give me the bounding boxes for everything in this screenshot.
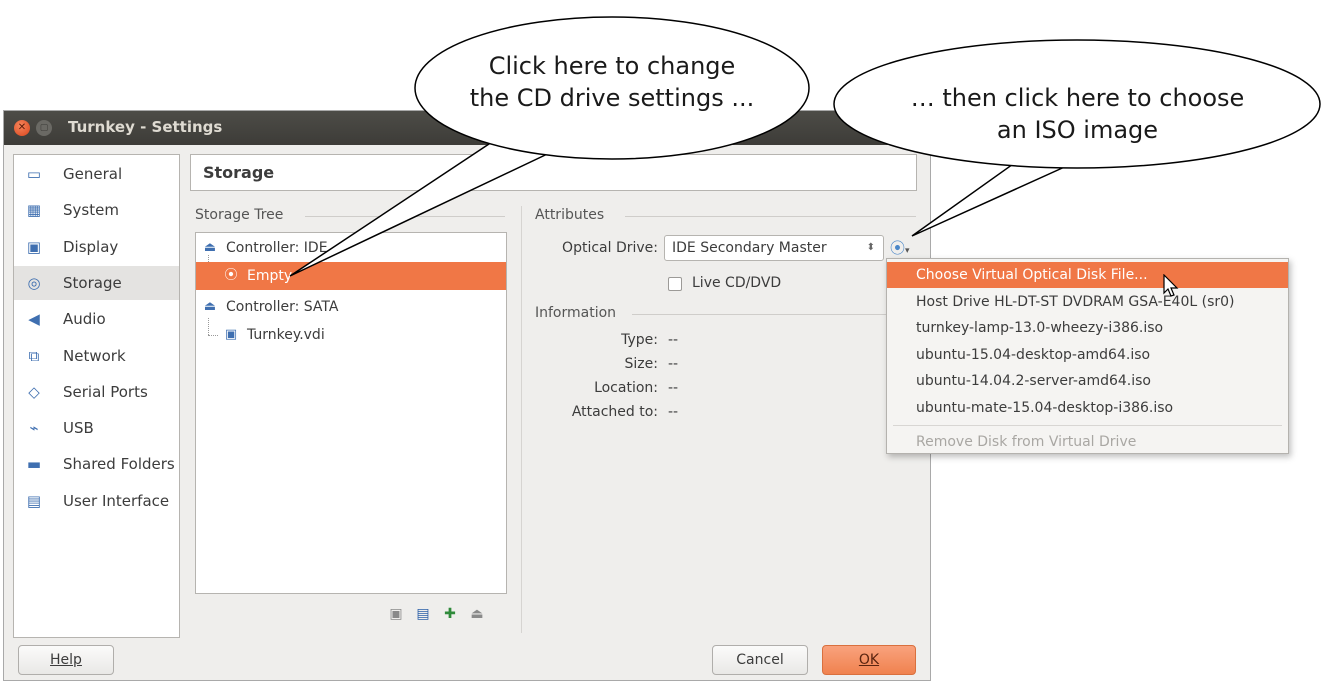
controller-icon: ⏏ [203, 240, 217, 255]
live-cd-label: Live CD/DVD [692, 275, 782, 291]
minimize-icon[interactable]: ▢ [36, 120, 52, 136]
right-callout-text: … then click here to choose an ISO image [855, 82, 1300, 146]
sidebar-item-label: Storage [63, 273, 122, 292]
optical-drive-select[interactable]: IDE Secondary Master ⬍ [664, 235, 884, 261]
left-callout-text: Click here to change the CD drive settin… [432, 50, 792, 114]
sidebar-item-system[interactable]: ▦ System [14, 193, 179, 227]
callout-line: the CD drive settings ... [469, 84, 755, 112]
tree-item-label: Controller: SATA [226, 299, 339, 315]
menu-item[interactable]: turnkey-lamp-13.0-wheezy-i386.iso [887, 315, 1288, 341]
sidebar-item-user-interface[interactable]: ▤ User Interface [14, 484, 179, 518]
monitor-icon: ▭ [26, 165, 42, 183]
sidebar-item-label: Network [63, 346, 126, 365]
remove-attachment-icon[interactable]: ▤ [414, 605, 432, 623]
storage-icon: ◎ [27, 273, 41, 292]
right-callout-tail [911, 151, 1081, 237]
ok-button-label: OK [858, 652, 880, 668]
page-title: Storage [190, 154, 917, 191]
group-divider [305, 216, 505, 217]
info-value: -- [668, 356, 679, 372]
optical-disk-menu: Choose Virtual Optical Disk File... Host … [886, 258, 1289, 454]
network-icon: ⧉ [28, 346, 40, 365]
menu-item[interactable]: Choose Virtual Optical Disk File... [887, 262, 1288, 288]
tree-item-label: Empty [247, 268, 293, 284]
cd-icon: ⦿ [224, 268, 238, 283]
menu-item[interactable]: ubuntu-15.04-desktop-amd64.iso [887, 342, 1288, 368]
live-cd-checkbox[interactable] [668, 277, 682, 291]
sidebar-item-serial-ports[interactable]: ◇ Serial Ports [14, 375, 179, 409]
usb-icon: ⌁ [29, 419, 39, 438]
display-icon: ▣ [26, 237, 42, 256]
chip-icon: ▦ [26, 201, 42, 220]
settings-sidebar: ▭ General ▦ System ▣ Display ◎ Storage ◀ Audio ⧉ Ne… [13, 154, 180, 638]
tree-item[interactable]: ⏏ Controller: IDE [196, 234, 506, 262]
sidebar-item-audio[interactable]: ◀ Audio [14, 302, 179, 336]
optical-drive-label: Optical Drive: [562, 240, 658, 256]
group-divider [625, 216, 916, 217]
help-button[interactable]: Help [18, 645, 114, 675]
add-attachment-icon[interactable]: ▣ [387, 605, 405, 623]
mouse-cursor-icon [1163, 274, 1179, 297]
tree-item-label: Controller: IDE [226, 240, 328, 256]
storage-tree-toolbar: ▣ ▤ ✚ ⏏ [387, 605, 507, 625]
sidebar-item-network[interactable]: ⧉ Network [14, 339, 179, 373]
callout-line: an ISO image [996, 116, 1159, 144]
remove-controller-icon[interactable]: ⏏ [468, 605, 486, 623]
info-key: Type: [621, 332, 658, 348]
sidebar-item-storage[interactable]: ◎ Storage [14, 265, 179, 300]
callout-line: … then click here to choose [910, 84, 1245, 112]
cancel-button[interactable]: Cancel [712, 645, 808, 675]
info-key: Location: [594, 380, 658, 396]
sidebar-item-display[interactable]: ▣ Display [14, 230, 179, 264]
choose-disk-icon[interactable]: ⦿▾ [890, 237, 916, 259]
tree-item-label: Turnkey.vdi [247, 327, 325, 343]
tree-item[interactable]: ⏏ Controller: SATA [196, 293, 506, 321]
group-divider [632, 314, 916, 315]
sidebar-item-label: System [63, 201, 119, 220]
sidebar-item-usb[interactable]: ⌁ USB [14, 411, 179, 445]
sidebar-item-label: Shared Folders [63, 455, 175, 474]
sidebar-item-label: Audio [63, 310, 106, 329]
optical-drive-value: IDE Secondary Master [672, 240, 827, 256]
title-bar[interactable]: ✕ ▢ Turnkey - Settings [4, 111, 930, 145]
ok-button[interactable]: OK [822, 645, 916, 675]
window-icon: ▤ [26, 491, 42, 510]
sidebar-item-label: User Interface [63, 491, 170, 510]
serial-port-icon: ◇ [28, 382, 40, 401]
sidebar-item-label: General [63, 165, 123, 183]
tree-item[interactable]: ▣ Turnkey.vdi [196, 321, 506, 349]
close-icon[interactable]: ✕ [14, 120, 30, 136]
panel-divider [521, 206, 522, 633]
help-button-label: Help [50, 652, 82, 668]
menu-item[interactable]: ubuntu-14.04.2-server-amd64.iso [887, 368, 1288, 394]
window-title: Turnkey - Settings [68, 118, 223, 136]
sidebar-item-label: Serial Ports [63, 382, 148, 401]
storage-tree-label: Storage Tree [195, 207, 284, 223]
info-key: Size: [624, 356, 658, 372]
attributes-label: Attributes [535, 207, 605, 223]
sidebar-item-label: USB [63, 419, 94, 438]
speaker-icon: ◀ [28, 310, 40, 329]
info-value: -- [668, 332, 679, 348]
remove-disk-menu-item[interactable]: Remove Disk from Virtual Drive [887, 429, 1288, 455]
add-controller-icon[interactable]: ✚ [441, 605, 459, 623]
sidebar-item-shared-folders[interactable]: ▬ Shared Folders [14, 447, 179, 481]
menu-item[interactable]: ubuntu-mate-15.04-desktop-i386.iso [887, 395, 1288, 421]
tree-item[interactable]: ⦿ Empty [196, 262, 506, 290]
sidebar-item-label: Display [63, 237, 119, 256]
sidebar-item-general[interactable]: ▭ General [14, 157, 179, 191]
folder-icon: ▬ [26, 455, 42, 474]
controller-icon: ⏏ [203, 299, 217, 314]
info-key: Attached to: [571, 404, 658, 420]
storage-tree[interactable]: ⏏ Controller: IDE ⦿ Empty ⏏ Controller: SATA ▣… [195, 232, 507, 594]
hard-disk-icon: ▣ [224, 327, 238, 342]
info-value: -- [668, 380, 679, 396]
info-value: -- [668, 404, 679, 420]
callout-line: Click here to change [488, 52, 736, 80]
information-label: Information [535, 305, 617, 321]
menu-separator [893, 425, 1282, 426]
menu-item[interactable]: Host Drive HL-DT-ST DVDRAM GSA-E40L (sr0… [887, 289, 1288, 315]
cancel-button-label: Cancel [736, 652, 784, 668]
spin-arrows-icon: ⬍ [866, 242, 875, 253]
